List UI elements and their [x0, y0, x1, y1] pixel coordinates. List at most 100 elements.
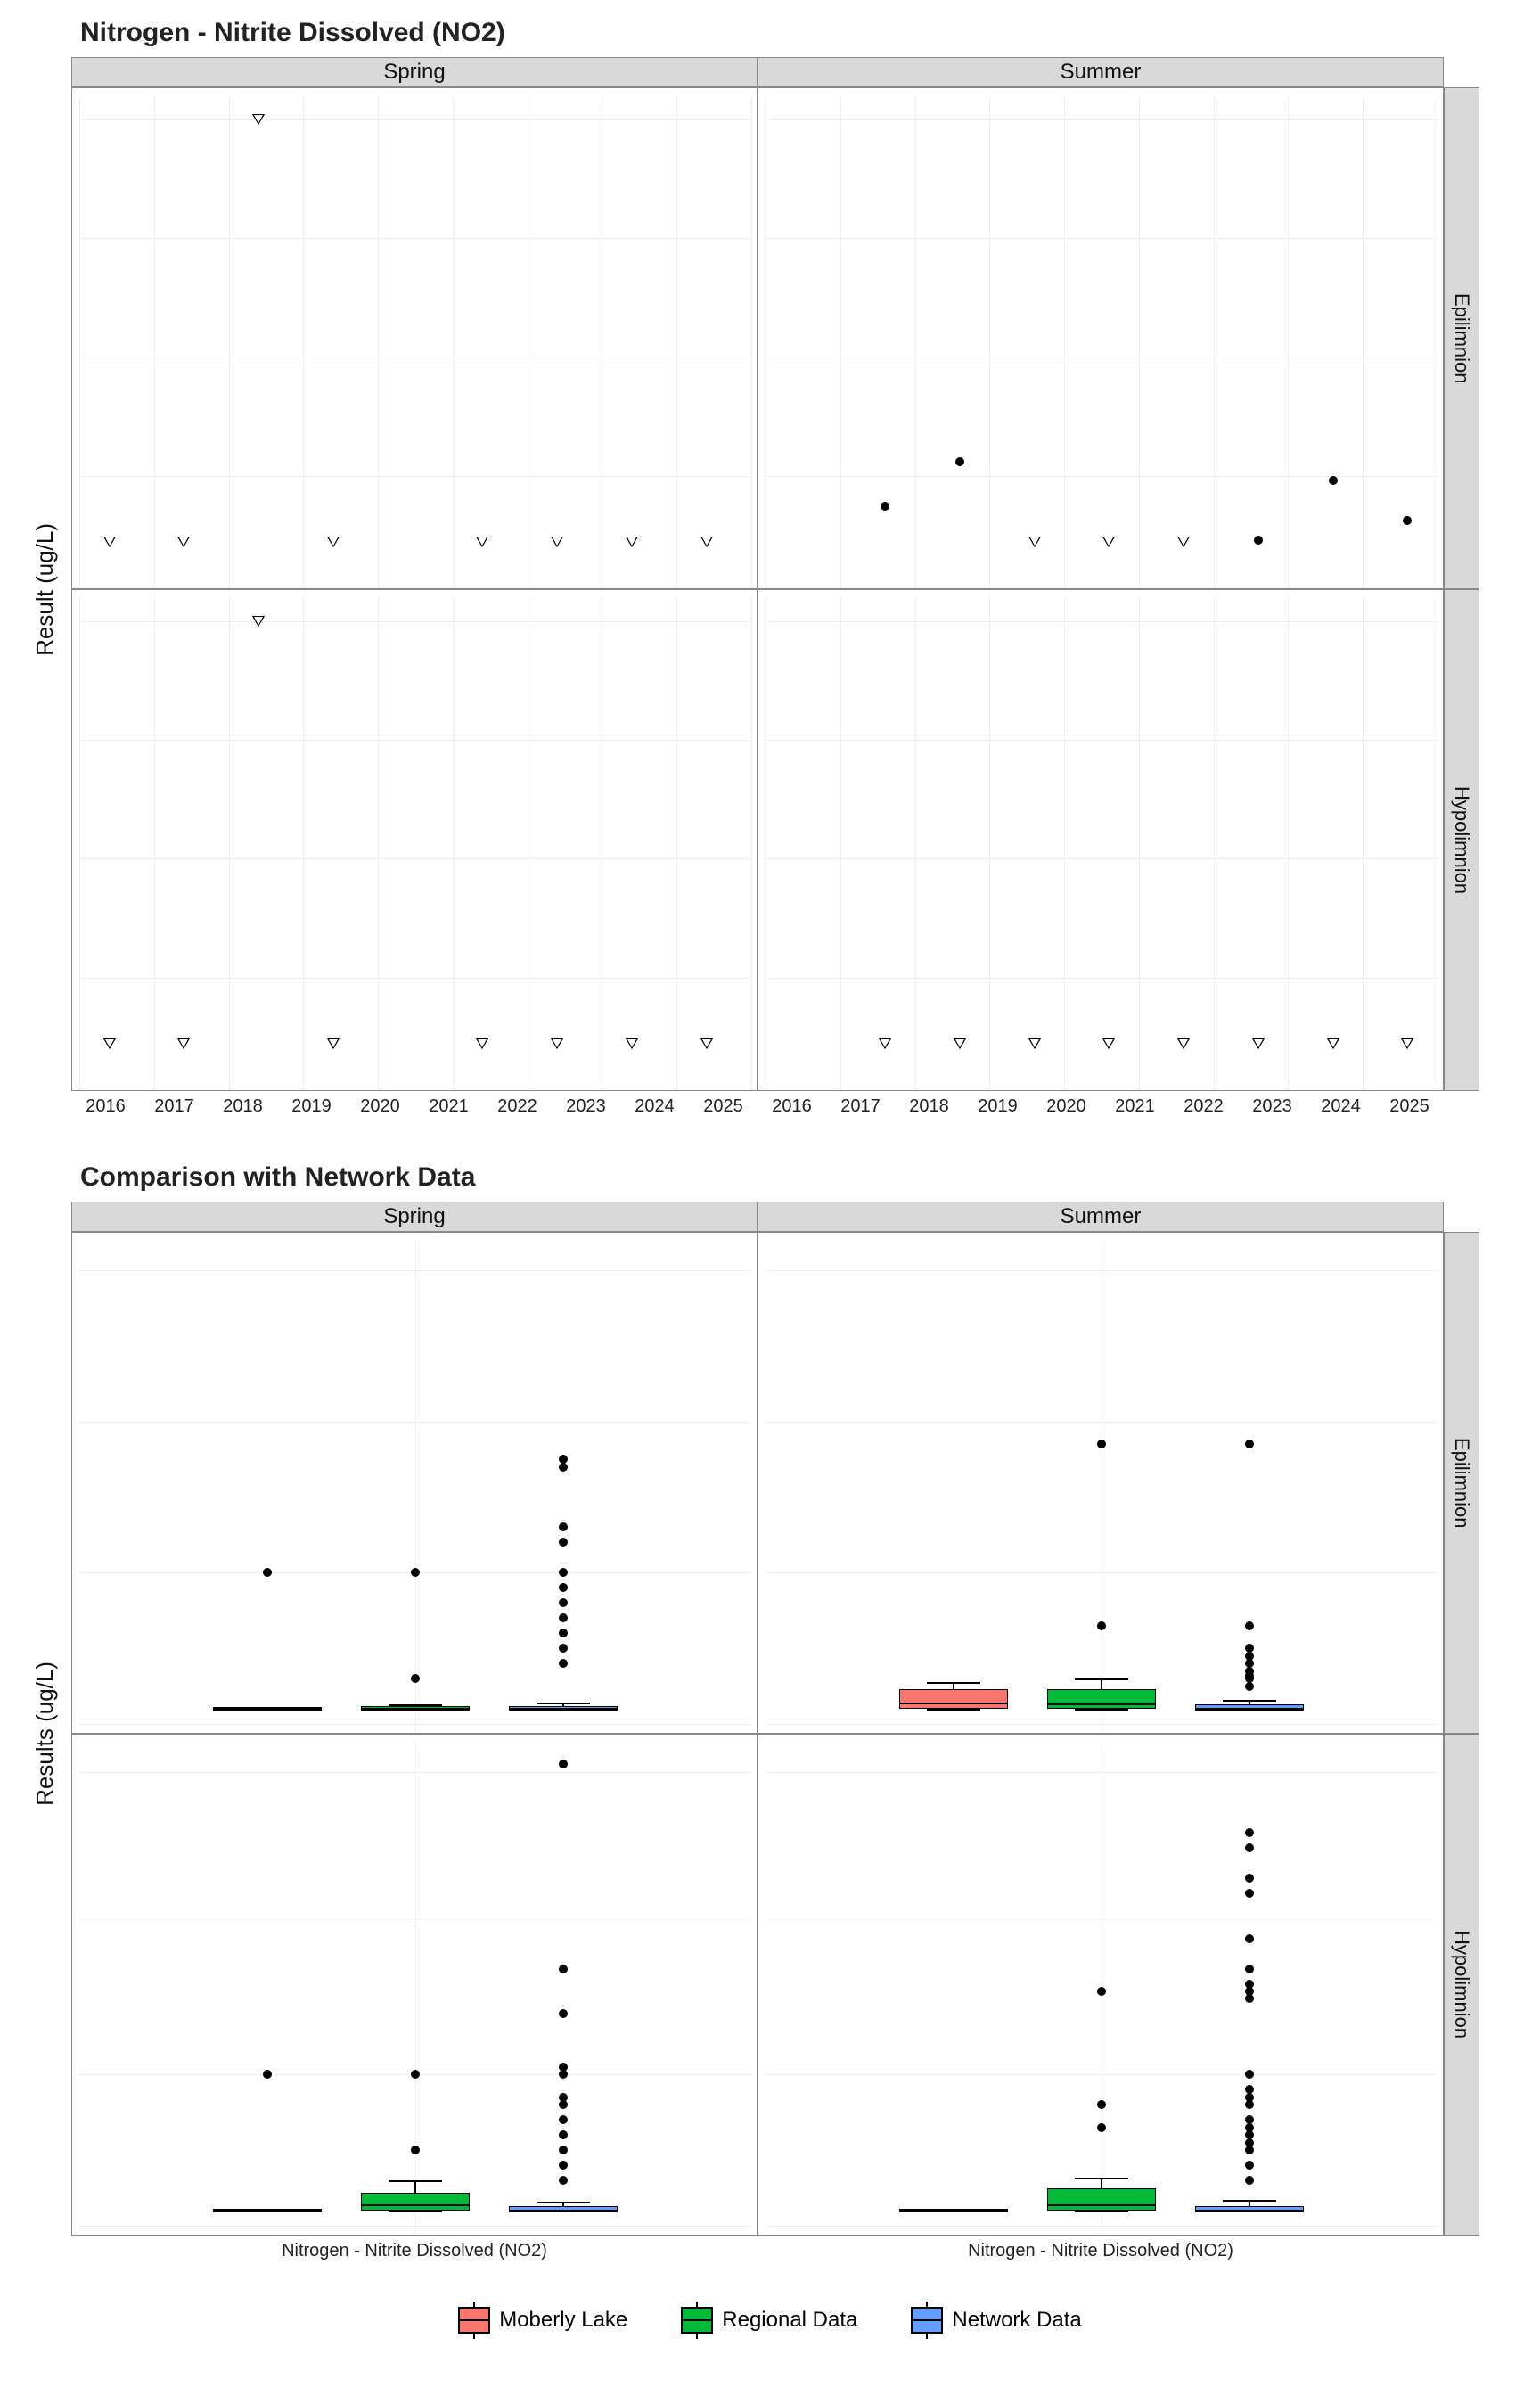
outlier-point [1245, 2176, 1254, 2185]
outlier-point [559, 2176, 568, 2185]
censored-point-icon [1401, 1038, 1413, 1049]
outlier-point [1245, 2115, 1254, 2124]
panel-spring-epilimnion: 10.07.55.02.5 [71, 87, 758, 589]
censored-point-icon [1177, 1038, 1190, 1049]
censored-point-icon [1102, 537, 1115, 547]
outlier-point [1245, 1889, 1254, 1898]
outlier-point [411, 1674, 420, 1683]
x-axis-category: Nitrogen - Nitrite Dissolved (NO2) [71, 2236, 758, 2271]
censored-point-icon [1327, 1038, 1339, 1049]
panel-spring-hypolimnion: 3020100 [71, 1734, 758, 2236]
data-point [1403, 516, 1412, 525]
censored-point-icon [1028, 1038, 1041, 1049]
data-point [1329, 476, 1338, 485]
outlier-point [559, 2146, 568, 2154]
outlier-point [559, 1568, 568, 1577]
legend-label: Moberly Lake [499, 2308, 627, 2333]
outlier-point [1245, 2161, 1254, 2170]
outlier-point [411, 2146, 420, 2154]
boxplot-moberly-lake [213, 1707, 322, 1711]
facet-grid-top: Spring Summer Result (ug/L) 10.07.55.02.… [18, 57, 1479, 1127]
outlier-point [559, 1583, 568, 1592]
censored-point-icon [327, 537, 340, 547]
outlier-point [559, 2161, 568, 2170]
row-strip-epilimnion: Epilimnion [1444, 1232, 1479, 1734]
outlier-point [559, 1538, 568, 1547]
outlier-point [1245, 2070, 1254, 2079]
row-strip-epilimnion: Epilimnion [1444, 87, 1479, 589]
timeseries-chart: Nitrogen - Nitrite Dissolved (NO2) Sprin… [18, 18, 1522, 1127]
censored-point-icon [177, 1038, 190, 1049]
outlier-point [1245, 1980, 1254, 1989]
panel-summer-epilimnion [758, 87, 1444, 589]
boxplot-network-data [1195, 1704, 1304, 1711]
outlier-point [1245, 1987, 1254, 1996]
panel-summer-hypolimnion [758, 589, 1444, 1091]
col-strip-spring: Spring [71, 57, 758, 87]
boxplot-moberly-lake [899, 2209, 1008, 2212]
censored-point-icon [252, 616, 265, 627]
outlier-point [559, 1644, 568, 1653]
legend-label: Regional Data [722, 2308, 857, 2333]
boxplot-moberly-lake [899, 1689, 1008, 1709]
data-point [881, 502, 889, 511]
boxplot-network-data [509, 1706, 618, 1711]
panel-spring-hypolimnion: 10.07.55.02.5 [71, 589, 758, 1091]
outlier-point [559, 1613, 568, 1622]
legend-item: Regional Data [681, 2307, 857, 2334]
censored-point-icon [476, 537, 488, 547]
outlier-point [559, 2093, 568, 2102]
data-point [1254, 536, 1263, 545]
col-strip-summer: Summer [758, 1202, 1444, 1232]
censored-point-icon [177, 537, 190, 547]
outlier-point [1245, 1621, 1254, 1630]
outlier-point [1097, 2123, 1106, 2132]
outlier-point [1245, 2085, 1254, 2094]
panel-spring-epilimnion: 3020100 [71, 1232, 758, 1734]
censored-point-icon [700, 1038, 713, 1049]
outlier-point [559, 1659, 568, 1668]
outlier-point [559, 1455, 568, 1464]
outlier-point [1097, 1621, 1106, 1630]
boxplot-regional-data [361, 2193, 470, 2211]
censored-point-icon [700, 537, 713, 547]
outlier-point [411, 2070, 420, 2079]
censored-point-icon [1177, 537, 1190, 547]
row-strip-hypolimnion: Hypolimnion [1444, 1734, 1479, 2236]
censored-point-icon [551, 537, 563, 547]
outlier-point [1097, 1987, 1106, 1996]
data-point [955, 457, 964, 466]
censored-point-icon [1102, 1038, 1115, 1049]
x-axis-ticks: 2016201720182019202020212022202320242025 [71, 1091, 758, 1127]
censored-point-icon [551, 1038, 563, 1049]
row-strip-hypolimnion: Hypolimnion [1444, 589, 1479, 1091]
censored-point-icon [103, 1038, 116, 1049]
outlier-point [559, 2009, 568, 2018]
col-strip-summer: Summer [758, 57, 1444, 87]
censored-point-icon [252, 114, 265, 125]
panel-summer-hypolimnion [758, 1734, 1444, 2236]
outlier-point [559, 2063, 568, 2072]
outlier-point [1245, 1440, 1254, 1448]
censored-point-icon [954, 1038, 966, 1049]
censored-point-icon [103, 537, 116, 547]
chart-title: Comparison with Network Data [80, 1162, 1522, 1193]
chart-title: Nitrogen - Nitrite Dissolved (NO2) [80, 18, 1522, 48]
censored-point-icon [879, 1038, 891, 1049]
outlier-point [1245, 1934, 1254, 1943]
outlier-point [263, 1568, 272, 1577]
boxplot-moberly-lake [213, 2209, 322, 2212]
panel-summer-epilimnion [758, 1232, 1444, 1734]
outlier-point [559, 2130, 568, 2139]
censored-point-icon [1252, 1038, 1265, 1049]
y-axis-label: Result (ug/L) [31, 523, 59, 656]
legend-item: Network Data [911, 2307, 1081, 2334]
boxplot-chart: Comparison with Network Data Spring Summ… [18, 1162, 1522, 2271]
outlier-point [559, 2115, 568, 2124]
outlier-point [559, 1965, 568, 1973]
boxplot-regional-data [361, 1706, 470, 1711]
outlier-point [1245, 1644, 1254, 1653]
censored-point-icon [626, 537, 638, 547]
x-axis-category: Nitrogen - Nitrite Dissolved (NO2) [758, 2236, 1444, 2271]
legend-item: Moberly Lake [458, 2307, 627, 2334]
